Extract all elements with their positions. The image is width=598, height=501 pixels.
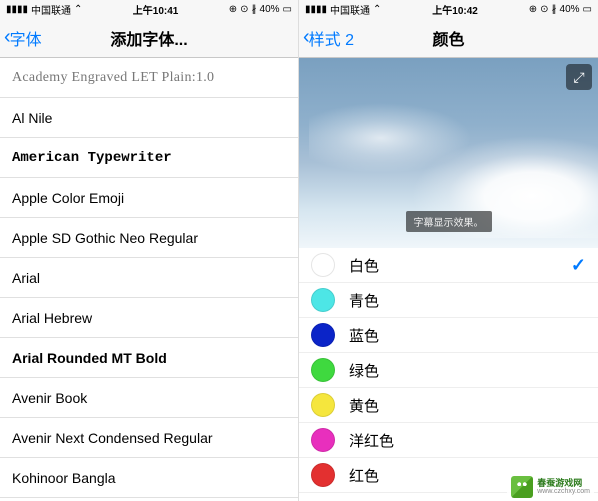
nav-bar: ‹ 样式 2 颜色: [299, 18, 598, 58]
color-label: 青色: [349, 290, 586, 311]
font-row[interactable]: Avenir Book: [0, 378, 298, 418]
nav-bar: ‹ 字体 添加字体...: [0, 18, 298, 58]
carrier-label: 中国联通: [31, 2, 71, 17]
clock-label: 上午10:41: [133, 2, 179, 17]
alarm-icon: ⊙: [540, 4, 548, 15]
watermark-title: 春蚕游戏网: [537, 479, 590, 488]
color-swatch: [311, 358, 335, 382]
page-title: 颜色: [432, 26, 464, 50]
font-row[interactable]: Apple Color Emoji: [0, 178, 298, 218]
screen-color-picker: ▮▮▮▮ 中国联通 ⌃ 上午10:42 ⊕ ⊙ ∦ 40% ▭ ‹ 样式 2 颜…: [299, 0, 598, 501]
font-row[interactable]: Kohinoor Bangla: [0, 458, 298, 498]
status-bar: ▮▮▮▮ 中国联通 ⌃ 上午10:41 ⊕ ⊙ ∦ 40% ▭: [0, 0, 298, 18]
font-row[interactable]: Academy Engraved LET Plain:1.0: [0, 58, 298, 98]
carrier-label: 中国联通: [330, 2, 370, 17]
battery-icon: ▭: [283, 4, 292, 15]
font-row[interactable]: Al Nile: [0, 98, 298, 138]
expand-icon: ⤢: [573, 69, 584, 86]
color-row[interactable]: 青色: [299, 283, 598, 318]
font-row[interactable]: Avenir Next Condensed Regular: [0, 418, 298, 458]
font-row[interactable]: Apple SD Gothic Neo Regular: [0, 218, 298, 258]
color-row[interactable]: 洋红色: [299, 423, 598, 458]
font-row[interactable]: American Typewriter: [0, 138, 298, 178]
back-label: 字体: [10, 26, 42, 50]
color-label: 绿色: [349, 360, 586, 381]
wifi-icon: ⌃: [74, 4, 82, 15]
sync-icon: ⊕: [529, 4, 537, 15]
color-label: 黄色: [349, 395, 586, 416]
color-row[interactable]: 白色✓: [299, 248, 598, 283]
color-label: 蓝色: [349, 325, 586, 346]
font-row[interactable]: Arial Hebrew: [0, 298, 298, 338]
back-label: 样式 2: [309, 26, 354, 50]
back-button[interactable]: ‹ 样式 2: [299, 26, 354, 50]
color-swatch: [311, 463, 335, 487]
signal-icon: ▮▮▮▮: [305, 4, 327, 15]
battery-icon: ▭: [583, 4, 592, 15]
sync-icon: ⊕: [229, 4, 237, 15]
expand-button[interactable]: ⤢: [566, 64, 592, 90]
watermark-url: www.czchxy.com: [537, 488, 590, 495]
preview-pane: ⤢ 字幕显示效果。: [299, 58, 598, 248]
battery-label: 40%: [260, 4, 280, 15]
font-list[interactable]: Academy Engraved LET Plain:1.0Al NileAme…: [0, 58, 298, 501]
clock-label: 上午10:42: [432, 2, 478, 17]
color-swatch: [311, 428, 335, 452]
color-swatch: [311, 288, 335, 312]
color-swatch: [311, 253, 335, 277]
color-row[interactable]: 蓝色: [299, 318, 598, 353]
color-label: 洋红色: [349, 430, 586, 451]
page-title: 添加字体...: [110, 26, 187, 50]
status-bar: ▮▮▮▮ 中国联通 ⌃ 上午10:42 ⊕ ⊙ ∦ 40% ▭: [299, 0, 598, 18]
signal-icon: ▮▮▮▮: [6, 4, 28, 15]
color-row[interactable]: 绿色: [299, 353, 598, 388]
caption-preview: 字幕显示效果。: [406, 211, 492, 232]
back-button[interactable]: ‹ 字体: [0, 26, 42, 50]
screen-font-picker: ▮▮▮▮ 中国联通 ⌃ 上午10:41 ⊕ ⊙ ∦ 40% ▭ ‹ 字体 添加字…: [0, 0, 299, 501]
bluetooth-icon: ∦: [252, 4, 257, 15]
font-row[interactable]: Arial Rounded MT Bold: [0, 338, 298, 378]
color-swatch: [311, 323, 335, 347]
watermark: 春蚕游戏网 www.czchxy.com: [507, 475, 594, 499]
color-row[interactable]: 黄色: [299, 388, 598, 423]
font-row[interactable]: Arial: [0, 258, 298, 298]
color-list[interactable]: 白色✓青色蓝色绿色黄色洋红色红色: [299, 248, 598, 493]
color-label: 白色: [349, 255, 571, 276]
wifi-icon: ⌃: [373, 4, 381, 15]
watermark-icon: [511, 476, 533, 498]
battery-label: 40%: [560, 4, 580, 15]
alarm-icon: ⊙: [240, 4, 248, 15]
bluetooth-icon: ∦: [552, 4, 557, 15]
check-icon: ✓: [571, 255, 586, 276]
color-swatch: [311, 393, 335, 417]
